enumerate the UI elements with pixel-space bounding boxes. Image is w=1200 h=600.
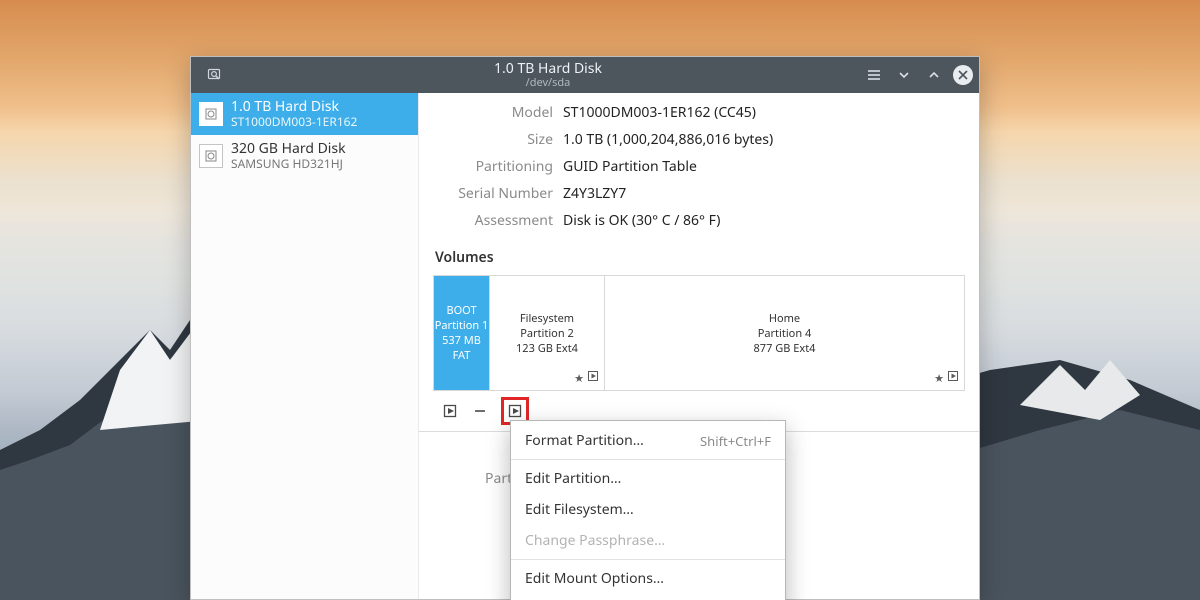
- menu-item-label: Change Passphrase…: [525, 531, 665, 550]
- value-size: 1.0 TB (1,000,204,886,016 bytes): [563, 130, 965, 149]
- volume-name: Filesystem: [516, 311, 578, 326]
- star-icon: ★: [934, 371, 944, 386]
- volume-strip: BOOTPartition 1537 MB FATFilesystemParti…: [433, 275, 965, 391]
- volume-markers: ★: [574, 371, 598, 386]
- volume[interactable]: BOOTPartition 1537 MB FAT: [434, 276, 490, 390]
- delete-partition-button[interactable]: [471, 402, 489, 420]
- menu-item[interactable]: Format Partition… Shift+Ctrl+F: [511, 425, 785, 456]
- label-assessment: Assessment: [433, 211, 553, 230]
- drive-icon: [199, 144, 223, 168]
- volume[interactable]: HomePartition 4877 GB Ext4 ★: [605, 276, 964, 390]
- partition-context-menu: Format Partition… Shift+Ctrl+F Edit Partit…: [510, 420, 786, 600]
- menu-item-label: Edit Partition…: [525, 469, 621, 488]
- value-partitioning: GUID Partition Table: [563, 157, 965, 176]
- menu-separator: [511, 559, 785, 560]
- menu-item: Edit Encryption Options…: [511, 594, 785, 600]
- sidebar-item[interactable]: 320 GB Hard DiskSAMSUNG HD321HJ: [191, 135, 418, 177]
- volume-subtitle: Partition 2: [516, 326, 578, 341]
- menu-item: Change Passphrase…: [511, 525, 785, 556]
- volume-subtitle: Partition 1: [434, 318, 489, 333]
- value-assessment: Disk is OK (30° C / 86° F): [563, 211, 965, 230]
- maximize-button[interactable]: [923, 64, 945, 86]
- volume-meta: 537 MB FAT: [434, 333, 489, 363]
- value-model: ST1000DM003-1ER162 (CC45): [563, 103, 965, 122]
- device-sidebar: 1.0 TB Hard DiskST1000DM003-1ER162320 GB…: [191, 93, 419, 599]
- minimize-button[interactable]: [893, 64, 915, 86]
- sidebar-item-subtitle: ST1000DM003-1ER162: [231, 115, 357, 129]
- close-button[interactable]: [953, 65, 973, 85]
- menu-item[interactable]: Edit Mount Options…: [511, 563, 785, 594]
- window-subtitle: /dev/sda: [233, 77, 863, 89]
- disk-details: Model ST1000DM003-1ER162 (CC45) Size 1.0…: [433, 103, 965, 230]
- menu-item-label: Edit Mount Options…: [525, 569, 664, 588]
- menu-item[interactable]: Edit Filesystem…: [511, 494, 785, 525]
- volume[interactable]: FilesystemPartition 2123 GB Ext4 ★: [490, 276, 605, 390]
- volume-subtitle: Partition 4: [754, 326, 816, 341]
- magnifier-icon[interactable]: [204, 64, 226, 86]
- menu-item-accel: Shift+Ctrl+F: [700, 432, 771, 450]
- volumes-heading: Volumes: [435, 248, 965, 267]
- menu-item-label: Edit Filesystem…: [525, 500, 634, 519]
- mounted-icon: [588, 371, 598, 386]
- label-serial: Serial Number: [433, 184, 553, 203]
- label-partitioning: Partitioning: [433, 157, 553, 176]
- value-serial: Z4Y3LZY7: [563, 184, 965, 203]
- hamburger-icon[interactable]: [863, 64, 885, 86]
- sidebar-item[interactable]: 1.0 TB Hard DiskST1000DM003-1ER162: [191, 93, 418, 135]
- menu-separator: [511, 459, 785, 460]
- titlebar: 1.0 TB Hard Disk /dev/sda: [191, 57, 979, 93]
- star-icon: ★: [574, 371, 584, 386]
- volume-name: BOOT: [434, 303, 489, 318]
- mounted-icon: [948, 371, 958, 386]
- window-title: 1.0 TB Hard Disk: [233, 61, 863, 76]
- partition-gear-icon[interactable]: [506, 402, 524, 420]
- volume-markers: ★: [934, 371, 958, 386]
- volume-meta: 123 GB Ext4: [516, 341, 578, 356]
- menu-item-label: Format Partition…: [525, 431, 644, 450]
- sidebar-item-subtitle: SAMSUNG HD321HJ: [231, 157, 346, 171]
- drive-icon: [199, 102, 223, 126]
- label-size: Size: [433, 130, 553, 149]
- label-model: Model: [433, 103, 553, 122]
- menu-item[interactable]: Edit Partition…: [511, 463, 785, 494]
- volume-meta: 877 GB Ext4: [754, 341, 816, 356]
- mount-button[interactable]: [441, 402, 459, 420]
- volume-name: Home: [754, 311, 816, 326]
